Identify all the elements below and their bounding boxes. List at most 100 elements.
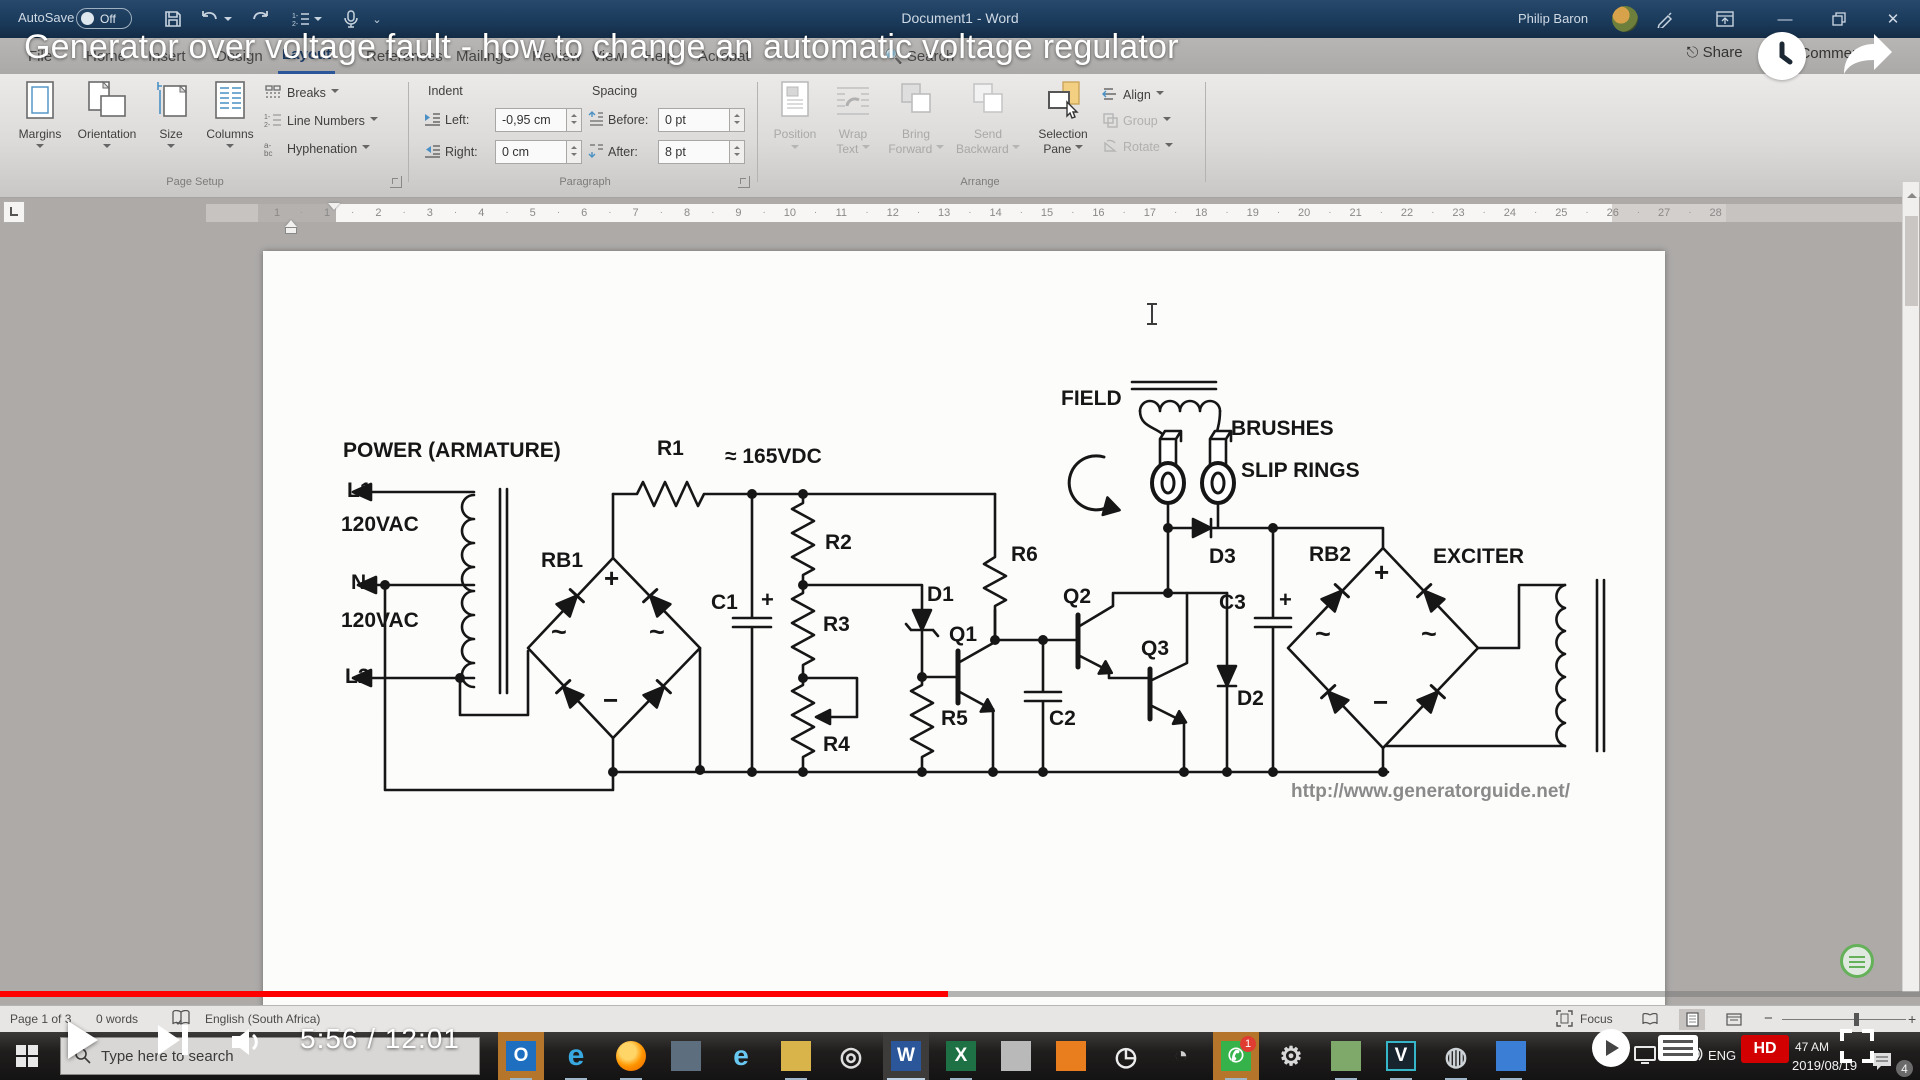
ruler-number: 8	[684, 207, 690, 219]
start-button[interactable]	[4, 1032, 50, 1080]
user-avatar[interactable]	[1612, 6, 1638, 32]
first-line-indent-marker[interactable]	[328, 203, 340, 216]
zoom-in-button[interactable]: +	[1908, 1011, 1916, 1027]
ruler-number: 25	[1555, 207, 1567, 219]
user-name: Philip Baron	[1518, 11, 1588, 26]
document-page[interactable]: POWER (ARMATURE)L1120VACN120VACL2RB1R1≈ …	[263, 251, 1665, 1006]
circuit-label: ~	[649, 617, 665, 648]
watch-later-clock-icon[interactable]	[1758, 32, 1806, 80]
page-indicator[interactable]: Page 1 of 3	[10, 1012, 71, 1026]
taskbar-app-photo-app[interactable]	[1323, 1032, 1369, 1080]
video-progress-bar[interactable]	[0, 991, 1920, 997]
circuit-label: R2	[825, 531, 852, 555]
circuit-label: RB2	[1309, 543, 1351, 567]
field-input[interactable]: -0,95 cm	[495, 108, 567, 132]
focus-label[interactable]: Focus	[1580, 1012, 1613, 1026]
notification-center-icon[interactable]	[1872, 1052, 1894, 1077]
tray-time[interactable]: 47 AM	[1795, 1040, 1829, 1054]
field-spinner[interactable]	[567, 108, 582, 132]
play-button[interactable]	[68, 1021, 98, 1059]
sendback-button[interactable]: SendBackward	[952, 80, 1024, 157]
selpane-button[interactable]: SelectionPane	[1030, 80, 1096, 157]
floating-green-widget[interactable]	[1840, 944, 1874, 978]
columns-button[interactable]: Columns	[200, 80, 260, 155]
circuit-label: R3	[823, 613, 850, 637]
tab-stop-selector[interactable]	[3, 201, 25, 223]
margins-button[interactable]: Margins	[12, 80, 68, 155]
read-mode-view-button[interactable]	[1637, 1009, 1663, 1030]
field-before: Before:0 pt	[588, 108, 745, 132]
share-button[interactable]: ⎋ Share	[1687, 44, 1743, 62]
taskbar-app-firefox[interactable]	[608, 1032, 654, 1080]
bringfwd-button[interactable]: BringForward	[884, 80, 948, 157]
size-button[interactable]: Size	[146, 80, 196, 155]
circuit-label: Q1	[949, 623, 977, 647]
field-spinner[interactable]	[730, 108, 745, 132]
circuit-label: Q2	[1063, 585, 1091, 609]
zoom-slider[interactable]	[1782, 1019, 1906, 1020]
inking-pen-icon[interactable]	[1652, 6, 1678, 32]
taskbar-app-photos[interactable]	[1488, 1032, 1534, 1080]
autoplay-toggle-icon[interactable]	[1592, 1029, 1630, 1067]
breaks-button[interactable]: Breaks	[264, 82, 339, 104]
fullscreen-icon[interactable]	[1840, 1029, 1874, 1063]
hyphenation-icon: a-bc	[264, 140, 282, 159]
taskbar-app-dial[interactable]: ◎	[828, 1032, 874, 1080]
volume-icon[interactable]	[232, 1027, 266, 1062]
web-layout-view-button[interactable]	[1721, 1009, 1747, 1030]
taskbar-app-whatsapp[interactable]: ✆1	[1213, 1032, 1259, 1080]
linenumbers-button[interactable]: 1-2-Line Numbers	[264, 110, 378, 132]
hyphenation-button[interactable]: a-bcHyphenation	[264, 138, 370, 160]
vertical-scrollbar[interactable]	[1902, 182, 1919, 992]
wraptext-button[interactable]: WrapText	[826, 80, 880, 157]
field-input[interactable]: 0 pt	[658, 108, 730, 132]
subtitles-icon[interactable]	[1658, 1035, 1698, 1061]
field-input[interactable]: 0 cm	[495, 140, 567, 164]
circuit-label: L2	[345, 665, 370, 689]
page-setup-dialog-launcher[interactable]	[390, 176, 402, 188]
ribbon-display-icon[interactable]	[1712, 6, 1738, 32]
taskbar-app-alarms[interactable]: ◷	[1103, 1032, 1149, 1080]
group-divider	[1205, 82, 1206, 182]
scroll-up-icon[interactable]	[1907, 188, 1917, 198]
rotate-button[interactable]: Rotate	[1102, 136, 1173, 158]
ruler-number: 6	[581, 207, 587, 219]
taskbar-app-corel[interactable]	[1048, 1032, 1094, 1080]
scrollbar-thumb[interactable]	[1905, 216, 1918, 306]
hd-quality-badge[interactable]: HD	[1741, 1035, 1789, 1063]
taskbar-app-excel[interactable]: X	[938, 1032, 984, 1080]
taskbar-app-obs[interactable]: ◍	[1433, 1032, 1479, 1080]
horizontal-ruler[interactable]: 11·2·3·4·5·6·7·8·9·10·11·12·13·14·15·16·…	[0, 199, 1920, 227]
taskbar-app-remote-desktop[interactable]	[663, 1032, 709, 1080]
document-area[interactable]: POWER (ARMATURE)L1120VACN120VACL2RB1R1≈ …	[0, 228, 1920, 1006]
align-button[interactable]: Align	[1102, 84, 1164, 106]
taskbar-app-outlook[interactable]: O	[498, 1032, 544, 1080]
taskbar-app-opera[interactable]: ◔	[1158, 1032, 1204, 1080]
focus-icon[interactable]	[1556, 1010, 1573, 1030]
taskbar-app-vegas[interactable]: V	[1378, 1032, 1424, 1080]
field-input[interactable]: 8 pt	[658, 140, 730, 164]
taskbar-app-settings[interactable]: ⚙	[1268, 1032, 1314, 1080]
display-tray-icon[interactable]	[1634, 1046, 1656, 1069]
group-button[interactable]: Group	[1102, 110, 1171, 132]
hanging-indent-marker[interactable]	[285, 214, 297, 227]
print-layout-view-button[interactable]	[1679, 1009, 1705, 1030]
tray-language[interactable]: ENG	[1708, 1048, 1736, 1063]
word-count[interactable]: 0 words	[96, 1012, 138, 1026]
field-spinner[interactable]	[730, 140, 745, 164]
taskbar-app-edge[interactable]: e	[553, 1032, 599, 1080]
circuit-label: R5	[941, 707, 968, 731]
taskbar-app-notes[interactable]	[993, 1032, 1039, 1080]
taskbar-app-internet-explorer[interactable]: e	[718, 1032, 764, 1080]
position-button[interactable]: Position	[768, 80, 822, 157]
zoom-slider-thumb[interactable]	[1854, 1013, 1859, 1026]
field-spinner[interactable]	[567, 140, 582, 164]
share-arrow-icon[interactable]	[1840, 30, 1896, 83]
taskbar-app-file-explorer[interactable]	[773, 1032, 819, 1080]
paragraph-dialog-launcher[interactable]	[738, 176, 750, 188]
zoom-out-button[interactable]: −	[1764, 1010, 1773, 1027]
circuit-label: EXCITER	[1433, 545, 1524, 569]
orientation-button[interactable]: Orientation	[72, 80, 142, 155]
taskbar-app-word[interactable]: W	[883, 1032, 929, 1080]
circuit-label: ~	[551, 617, 567, 648]
